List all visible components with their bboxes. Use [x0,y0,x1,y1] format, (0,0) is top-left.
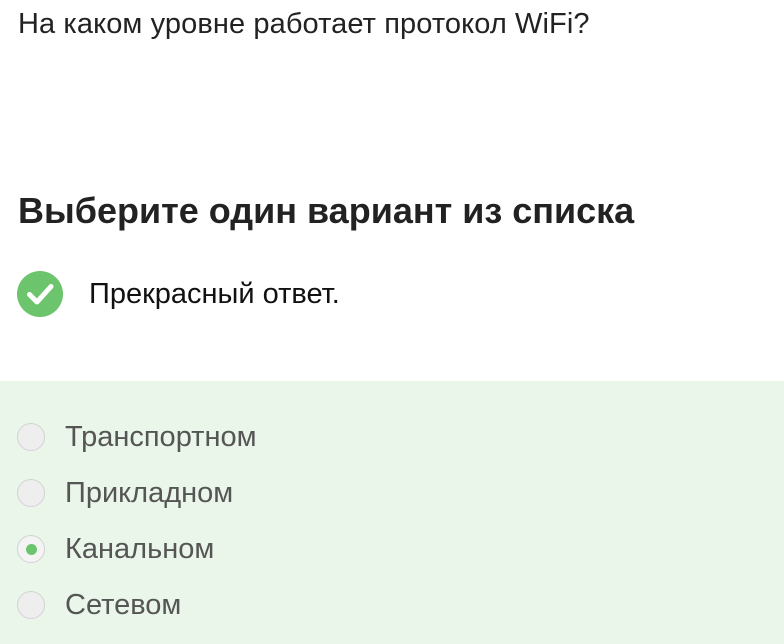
answer-feedback: Прекрасный ответ. [17,271,340,317]
option-application[interactable]: Прикладном [17,473,233,513]
option-label: Канальном [65,532,215,565]
check-circle-icon [17,271,63,317]
option-data-link[interactable]: Канальном [17,529,214,569]
option-label: Прикладном [65,476,234,509]
instruction-heading: Выберите один вариант из списка [18,190,635,231]
option-transport[interactable]: Транспортном [17,417,257,457]
feedback-text: Прекрасный ответ. [89,277,340,310]
options-panel: Транспортном Прикладном Канальном Сетево… [0,381,784,644]
question-text: На каком уровне работает протокол WiFi? [18,8,590,40]
radio-button[interactable] [17,479,45,507]
radio-button[interactable] [17,591,45,619]
radio-button-selected[interactable] [17,535,45,563]
option-label: Сетевом [65,588,182,621]
option-network[interactable]: Сетевом [17,585,181,625]
quiz-page: На каком уровне работает протокол WiFi? … [0,0,784,644]
option-label: Транспортном [65,420,257,453]
radio-button[interactable] [17,423,45,451]
radio-selected-dot [25,543,37,555]
